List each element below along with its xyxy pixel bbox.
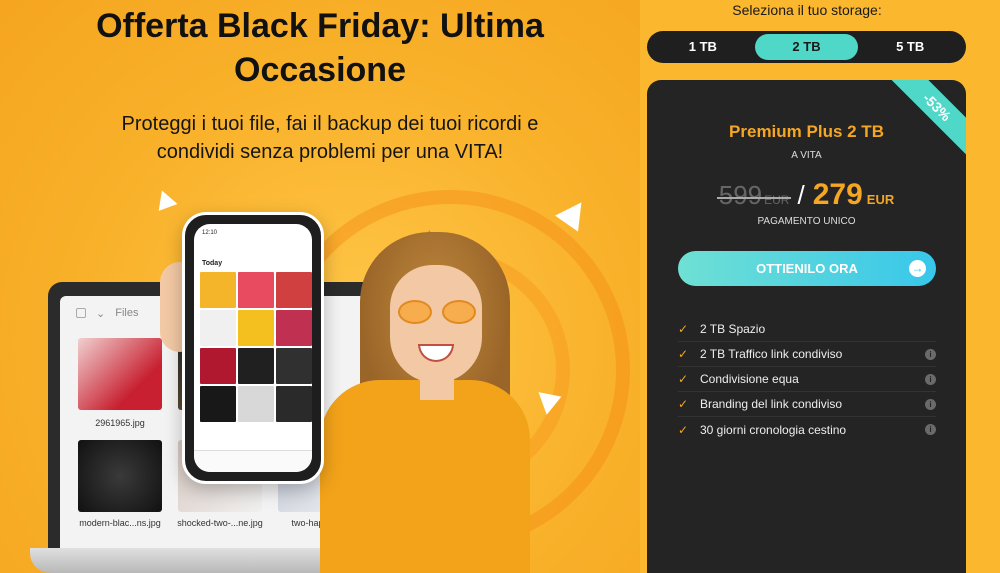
photo-cell xyxy=(276,310,312,346)
storage-option-5tb[interactable]: 5 TB xyxy=(858,34,962,60)
old-price-amount: 599 xyxy=(718,180,763,210)
photo-cell xyxy=(200,386,236,422)
person-body xyxy=(320,380,530,573)
chevron-down-icon: ⌄ xyxy=(96,307,106,320)
hero-title: Offerta Black Friday: Ultima Occasione xyxy=(40,4,600,92)
sunglasses-icon xyxy=(398,300,478,326)
hero-title-line2: Occasione xyxy=(234,51,406,89)
photo-cell xyxy=(238,386,274,422)
info-icon[interactable]: i xyxy=(925,373,936,385)
phone-section-title: Today xyxy=(202,260,223,267)
feature-label: 30 giorni cronologia cestino xyxy=(700,422,847,437)
check-icon: ✓ xyxy=(678,397,689,411)
file-name: 2961965.jpg xyxy=(95,418,145,428)
check-icon: ✓ xyxy=(678,422,689,437)
check-icon: ✓ xyxy=(678,322,689,336)
feature-item: ✓ Condivisione equa i xyxy=(678,367,936,392)
phone-screen: 12:10 Today xyxy=(194,224,312,472)
photo-cell xyxy=(200,310,236,346)
photo-grid xyxy=(200,272,312,422)
feature-label: 2 TB Traffico link condiviso xyxy=(700,347,843,361)
info-icon[interactable]: i xyxy=(925,398,936,410)
file-thumbnail xyxy=(78,440,162,512)
checkbox-icon xyxy=(76,308,86,318)
feature-item: ✓ 2 TB Spazio xyxy=(678,317,936,342)
feature-label: Condivisione equa xyxy=(700,372,799,386)
phone-time: 12:10 xyxy=(202,230,218,236)
confetti-shape xyxy=(555,194,593,232)
photo-cell xyxy=(276,348,312,384)
hero-subtitle: Proteggi i tuoi file, fai il backup dei … xyxy=(60,110,600,166)
feature-item: ✓ 2 TB Traffico link condiviso i xyxy=(678,342,936,367)
feature-item: ✓ Branding del link condiviso i xyxy=(678,392,936,417)
feature-list: ✓ 2 TB Spazio ✓ 2 TB Traffico link condi… xyxy=(678,317,936,442)
storage-selector: 1 TB 2 TB 5 TB xyxy=(647,31,966,63)
photo-cell xyxy=(276,272,312,308)
hero-banner: Offerta Black Friday: Ultima Occasione P… xyxy=(0,0,640,573)
old-price-currency: EUR xyxy=(764,193,790,207)
file-name: shocked-two-...ne.jpg xyxy=(177,518,263,528)
feature-label: Branding del link condiviso xyxy=(700,397,843,411)
phone-illustration: 12:10 Today xyxy=(182,212,324,484)
plan-term: A VITA xyxy=(791,150,822,161)
file-thumbnail xyxy=(78,338,162,410)
payment-type: PAGAMENTO UNICO xyxy=(757,216,856,227)
phone-nav-bar xyxy=(194,450,312,472)
info-icon[interactable]: i xyxy=(925,424,936,435)
pricing-card: -53% Premium Plus 2 TB A VITA 599 EUR / … xyxy=(647,80,966,573)
check-icon: ✓ xyxy=(678,347,689,361)
price-separator: / xyxy=(797,180,805,210)
new-price-amount: 279 xyxy=(812,178,863,211)
confetti-shape xyxy=(152,187,178,211)
photo-cell xyxy=(238,310,274,346)
price-row: 599 EUR / 279 EUR xyxy=(647,178,966,212)
old-price: 599 EUR xyxy=(716,180,792,211)
hero-title-line1: Offerta Black Friday: Ultima xyxy=(96,7,544,45)
storage-option-1tb[interactable]: 1 TB xyxy=(651,34,755,60)
photo-cell xyxy=(200,272,236,308)
hero-subtitle-line1: Proteggi i tuoi file, fai il backup dei … xyxy=(121,113,539,135)
check-icon: ✓ xyxy=(678,372,689,386)
file-name: modern-blac...ns.jpg xyxy=(79,518,161,528)
files-folder-label: Files xyxy=(115,307,139,319)
storage-option-2tb[interactable]: 2 TB xyxy=(754,34,859,60)
storage-label: Seleziona il tuo storage: xyxy=(732,2,882,18)
feature-item: ✓ 30 giorni cronologia cestino i xyxy=(678,417,936,442)
cta-label: OTTIENILO ORA xyxy=(756,261,858,276)
hero-subtitle-line2: condividi senza problemi per una VITA! xyxy=(156,141,504,163)
photo-cell xyxy=(238,348,274,384)
photo-cell xyxy=(238,272,274,308)
arrow-right-icon: → xyxy=(909,260,926,277)
plan-name: Premium Plus 2 TB xyxy=(729,122,884,141)
feature-label: 2 TB Spazio xyxy=(700,322,766,336)
photo-cell xyxy=(200,348,236,384)
new-price-currency: EUR xyxy=(866,192,895,207)
info-icon[interactable]: i xyxy=(925,348,936,360)
photo-cell xyxy=(276,386,312,422)
get-it-now-button[interactable]: OTTIENILO ORA → xyxy=(678,251,936,286)
